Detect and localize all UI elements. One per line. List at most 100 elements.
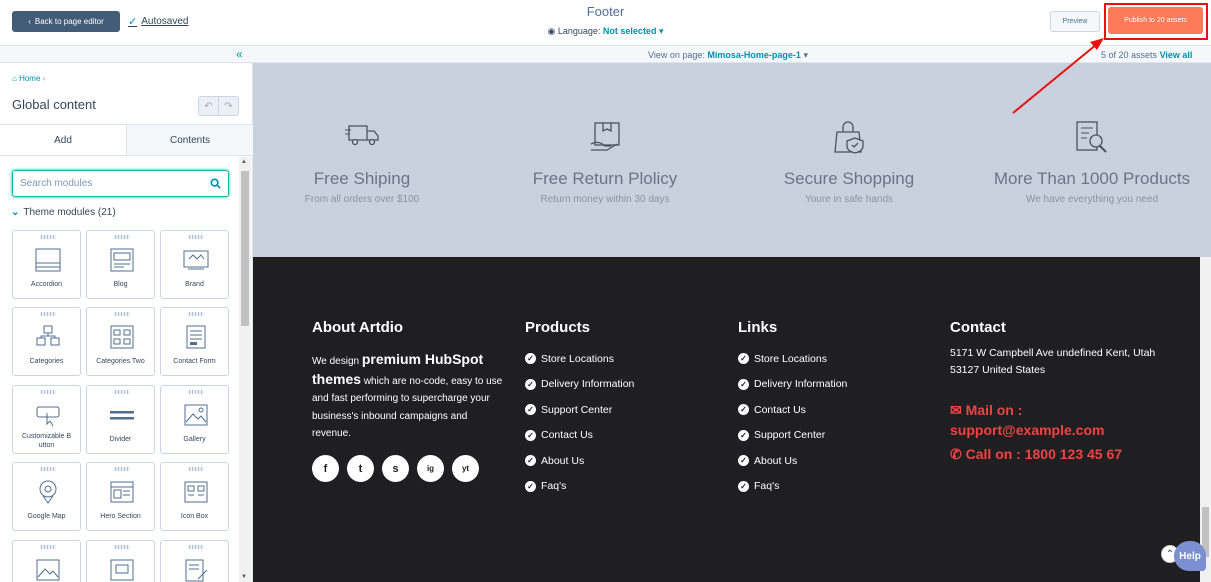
list-item[interactable]: ✓ About Us bbox=[525, 448, 634, 474]
search-icon[interactable] bbox=[210, 178, 221, 189]
icon-box-icon bbox=[184, 481, 208, 503]
contact-mail[interactable]: ✉ Mail on : support@example.com bbox=[950, 400, 1160, 440]
view-on-page[interactable]: View on page: Mimosa-Home-page-1 ▾ bbox=[648, 50, 808, 61]
check-circle-icon: ✓ bbox=[738, 455, 749, 467]
youtube-icon[interactable]: yt bbox=[452, 455, 479, 482]
collapse-sidebar-icon[interactable]: « bbox=[236, 48, 243, 61]
tab-contents[interactable]: Contents bbox=[126, 125, 253, 155]
language-value[interactable]: Not selected bbox=[603, 26, 657, 36]
module-label: Brand bbox=[185, 281, 204, 288]
module-item[interactable] bbox=[86, 540, 155, 582]
truck-icon bbox=[345, 125, 379, 146]
module-contact-form[interactable]: Contact Form bbox=[160, 307, 229, 376]
module-customizable-button[interactable]: Customizable B utton bbox=[12, 385, 81, 454]
module-label: Icon Box bbox=[180, 513, 209, 520]
products-doc-icon bbox=[1076, 121, 1107, 153]
assets-count: 5 of 20 assets bbox=[1101, 50, 1158, 60]
contact-form-icon bbox=[186, 325, 206, 349]
list-item[interactable]: ✓ Support Center bbox=[738, 423, 847, 449]
language-selector[interactable]: ◉ Language: Not selected ▾ bbox=[0, 26, 1211, 37]
list-item[interactable]: ✓ About Us bbox=[738, 448, 847, 474]
contact-title: Contact bbox=[950, 319, 1006, 336]
return-box-icon bbox=[590, 122, 620, 151]
module-item[interactable] bbox=[160, 540, 229, 582]
view-all-link[interactable]: View all bbox=[1160, 50, 1193, 60]
feature-sub: Youre in safe hands bbox=[804, 194, 894, 205]
check-circle-icon: ✓ bbox=[525, 404, 536, 416]
module-hero-section[interactable]: Hero Section bbox=[86, 462, 155, 531]
breadcrumb-home[interactable]: Home bbox=[19, 74, 40, 83]
instagram-icon[interactable]: ig bbox=[417, 455, 444, 482]
module-label: Categories bbox=[29, 358, 64, 365]
module-categories[interactable]: Categories bbox=[12, 307, 81, 376]
redo-icon[interactable]: ↷ bbox=[218, 97, 238, 115]
list-item[interactable]: ✓ Store Locations bbox=[738, 346, 847, 372]
list-item-label: Store Locations bbox=[754, 352, 827, 365]
edit-doc-icon bbox=[185, 559, 208, 582]
scrollbar-thumb[interactable] bbox=[241, 171, 249, 326]
module-label: Gallery bbox=[183, 436, 206, 443]
sidebar-scrollbar[interactable]: ▲ ▼ bbox=[239, 157, 251, 582]
tab-add[interactable]: Add bbox=[0, 125, 126, 155]
theme-modules-header[interactable]: ⌄ Theme modules (21) bbox=[11, 207, 116, 218]
list-item[interactable]: ✓ Delivery Information bbox=[738, 372, 847, 398]
list-item-label: Delivery Information bbox=[541, 378, 635, 391]
module-label: Hero Section bbox=[100, 513, 141, 520]
module-accordion[interactable]: Accordion bbox=[12, 230, 81, 299]
theme-modules-count: (21) bbox=[97, 207, 116, 218]
list-item[interactable]: ✓ Support Center bbox=[525, 397, 634, 423]
about-title: About Artdio bbox=[312, 319, 404, 336]
contact-address: 5171 W Campbell Ave undefined Kent, Utah… bbox=[950, 347, 1156, 376]
search-input[interactable] bbox=[20, 178, 200, 189]
skype-icon[interactable]: s bbox=[382, 455, 409, 482]
list-item[interactable]: ✓ Store Locations bbox=[525, 346, 634, 372]
check-circle-icon: ✓ bbox=[525, 378, 536, 390]
list-item[interactable]: ✓ Faq's bbox=[738, 474, 847, 500]
image-text-icon bbox=[110, 559, 134, 581]
preview-button[interactable]: Preview bbox=[1050, 11, 1100, 32]
module-categories-two[interactable]: Categories Two bbox=[86, 307, 155, 376]
chevron-right-icon: › bbox=[42, 74, 46, 83]
module-label: Contact Form bbox=[173, 358, 216, 365]
module-gallery[interactable]: Gallery bbox=[160, 385, 229, 454]
scroll-up-icon[interactable]: ▲ bbox=[241, 159, 247, 165]
search-box bbox=[12, 170, 229, 197]
module-brand[interactable]: Brand bbox=[160, 230, 229, 299]
list-item[interactable]: ✓ Faq's bbox=[525, 474, 634, 500]
hero-section-icon bbox=[110, 481, 134, 503]
module-divider[interactable]: Divider bbox=[86, 385, 155, 454]
secure-bag-icon bbox=[834, 121, 864, 154]
check-circle-icon: ✓ bbox=[738, 480, 749, 492]
view-on-page-value[interactable]: Mimosa-Home-page-1 bbox=[707, 50, 801, 60]
twitter-icon[interactable]: t bbox=[347, 455, 374, 482]
contact-call[interactable]: ✆ Call on : 1800 123 45 67 bbox=[950, 446, 1122, 463]
feature-title: More Than 1000 Products bbox=[993, 169, 1191, 188]
sidebar: ⌂ Home › Global content ↶ ↷ Add Contents… bbox=[0, 63, 253, 582]
help-button[interactable]: Help bbox=[1174, 541, 1206, 571]
accordion-icon bbox=[35, 248, 61, 272]
module-google-map[interactable]: Google Map bbox=[12, 462, 81, 531]
chevron-down-icon: ▾ bbox=[803, 50, 808, 60]
contact-mail-text: Mail on : support@example.com bbox=[950, 402, 1105, 438]
feature-title: Secure Shopping bbox=[783, 169, 915, 188]
feature-sub: Return money within 30 days bbox=[540, 194, 670, 205]
facebook-icon[interactable]: f bbox=[312, 455, 339, 482]
module-item[interactable] bbox=[12, 540, 81, 582]
module-blog[interactable]: Blog bbox=[86, 230, 155, 299]
list-item-label: Contact Us bbox=[541, 429, 593, 442]
scroll-down-icon[interactable]: ▼ bbox=[241, 574, 247, 580]
page-title: Footer bbox=[586, 4, 625, 19]
publish-button[interactable]: Publish to 20 assets bbox=[1108, 7, 1203, 34]
undo-icon[interactable]: ↶ bbox=[199, 97, 218, 115]
list-item[interactable]: ✓ Contact Us bbox=[738, 397, 847, 423]
module-label: Blog bbox=[113, 281, 128, 288]
preview-scrollbar[interactable] bbox=[1200, 257, 1211, 582]
feature-title: Free Shiping bbox=[313, 169, 411, 188]
check-circle-icon: ✓ bbox=[738, 429, 749, 441]
breadcrumb[interactable]: ⌂ Home › bbox=[12, 74, 45, 83]
list-item[interactable]: ✓ Delivery Information bbox=[525, 372, 634, 398]
language-label: Language: bbox=[557, 26, 601, 36]
list-item[interactable]: ✓ Contact Us bbox=[525, 423, 634, 449]
undo-redo-group: ↶ ↷ bbox=[198, 96, 239, 116]
module-icon-box[interactable]: Icon Box bbox=[160, 462, 229, 531]
